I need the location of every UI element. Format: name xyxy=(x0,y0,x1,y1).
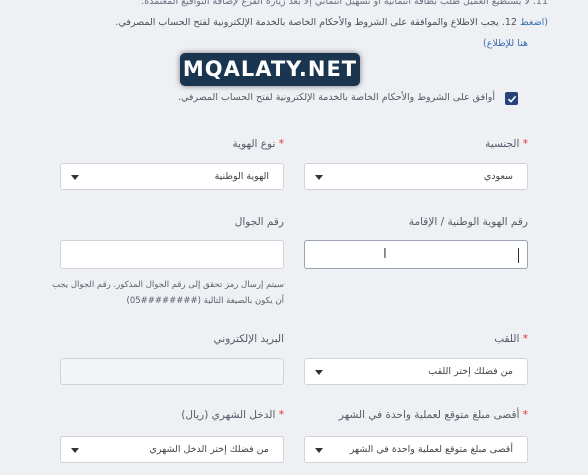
id-type-label: * نوع الهوية xyxy=(233,138,284,150)
nationality-select[interactable]: سعودي xyxy=(304,163,528,190)
max-amount-label-text: أقصى مبلغ متوقع لعملية واحدة في الشهر xyxy=(338,409,520,421)
id-number-input[interactable]: I xyxy=(304,240,528,269)
checkmark-icon xyxy=(507,95,516,103)
title-label-text: اللقب xyxy=(494,333,520,345)
chevron-down-icon xyxy=(315,369,323,375)
chevron-down-icon xyxy=(315,174,323,180)
mobile-input[interactable] xyxy=(60,240,284,269)
terms-item-12-link-continued[interactable]: هنا للإطلاع) xyxy=(483,37,528,51)
mobile-hint-line2: أن يكون بالصيغة التالية (########05) xyxy=(126,296,284,306)
monthly-income-select-value: من فضلك إختر الدخل الشهري xyxy=(149,444,269,455)
mobile-hint-line1: سيتم إرسال رمز تحقق إلى رقم الجوال المذك… xyxy=(51,280,284,290)
mobile-label: رقم الجوال xyxy=(234,216,284,228)
terms-item-12: (اضغط 12. يجب الاطلاع والموافقة على الشر… xyxy=(115,16,548,30)
title-label: * اللقب xyxy=(494,333,528,345)
agree-checkbox[interactable] xyxy=(505,92,518,105)
monthly-income-required-marker: * xyxy=(278,409,284,421)
title-select[interactable]: من فضلك إختر اللقب xyxy=(304,358,528,385)
nationality-required-marker: * xyxy=(522,138,528,150)
id-type-select[interactable]: الهوية الوطنية xyxy=(60,163,284,190)
nationality-label-text: الجنسية xyxy=(485,138,520,150)
max-amount-label: * أقصى مبلغ متوقع لعملية واحدة في الشهر xyxy=(339,409,528,421)
chevron-down-icon xyxy=(71,174,79,180)
title-required-marker: * xyxy=(522,333,528,345)
chevron-down-icon xyxy=(315,447,323,453)
monthly-income-select[interactable]: من فضلك إختر الدخل الشهري xyxy=(60,436,284,463)
terms-item-11: 11. لا يستطيع العميل طلب بطاقة ائتمانية … xyxy=(141,0,548,7)
max-amount-select[interactable]: أقصى مبلغ متوقع لعملية واحدة في الشهر xyxy=(304,436,528,463)
id-number-label: رقم الهوية الوطنية / الإقامة xyxy=(408,216,528,228)
id-type-select-value: الهوية الوطنية xyxy=(214,171,269,182)
max-amount-select-value: أقصى مبلغ متوقع لعملية واحدة في الشهر xyxy=(349,444,513,455)
max-amount-required-marker: * xyxy=(522,409,528,421)
email-input[interactable] xyxy=(60,358,284,385)
watermark-logo: MQALATY.NET xyxy=(180,53,360,86)
nationality-select-value: سعودي xyxy=(483,171,513,182)
chevron-down-icon xyxy=(71,447,79,453)
terms-item-12-text: 12. يجب الاطلاع والموافقة على الشروط وال… xyxy=(115,17,517,28)
id-type-label-text: نوع الهوية xyxy=(232,138,276,150)
email-label: البريد الإلكتروني xyxy=(213,333,284,345)
monthly-income-label: * الدخل الشهري (ريال) xyxy=(181,409,284,421)
title-select-value: من فضلك إختر اللقب xyxy=(428,366,513,377)
agree-label: أوافق على الشروط والأحكام الخاصة بالخدمة… xyxy=(177,92,495,103)
terms-item-12-link[interactable]: (اضغط xyxy=(520,17,548,28)
id-type-required-marker: * xyxy=(278,138,284,150)
caret-line xyxy=(518,248,519,263)
monthly-income-label-text: الدخل الشهري (ريال) xyxy=(181,409,276,421)
nationality-label: * الجنسية xyxy=(485,138,528,150)
text-cursor-icon: I xyxy=(383,247,387,262)
